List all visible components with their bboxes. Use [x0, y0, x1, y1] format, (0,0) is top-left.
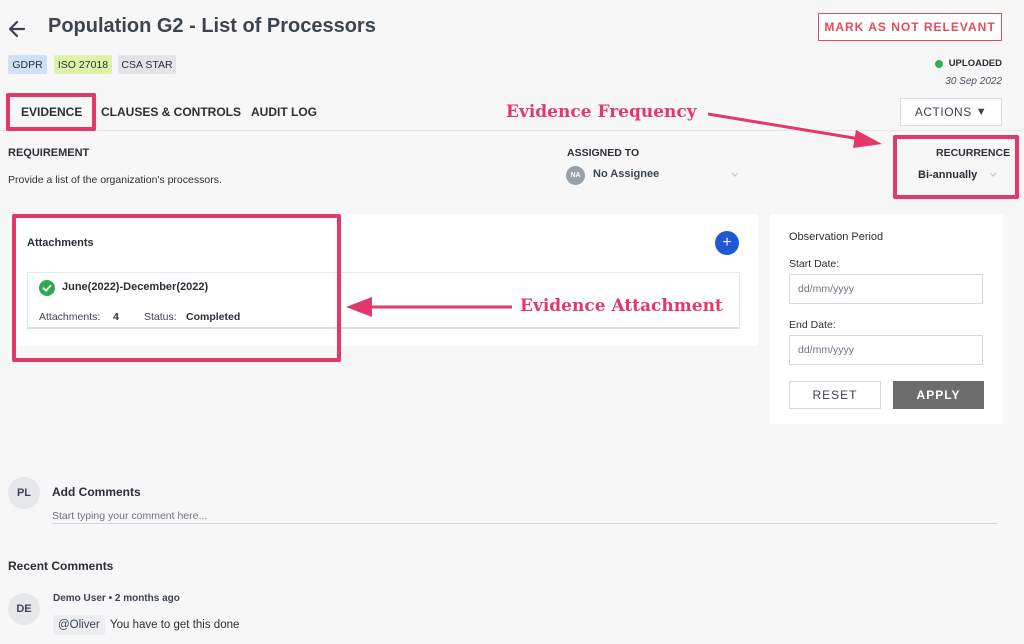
frequency-arrow-icon [707, 112, 882, 148]
attachment-arrow-icon [346, 297, 512, 317]
annotation-arrows [346, 112, 882, 317]
